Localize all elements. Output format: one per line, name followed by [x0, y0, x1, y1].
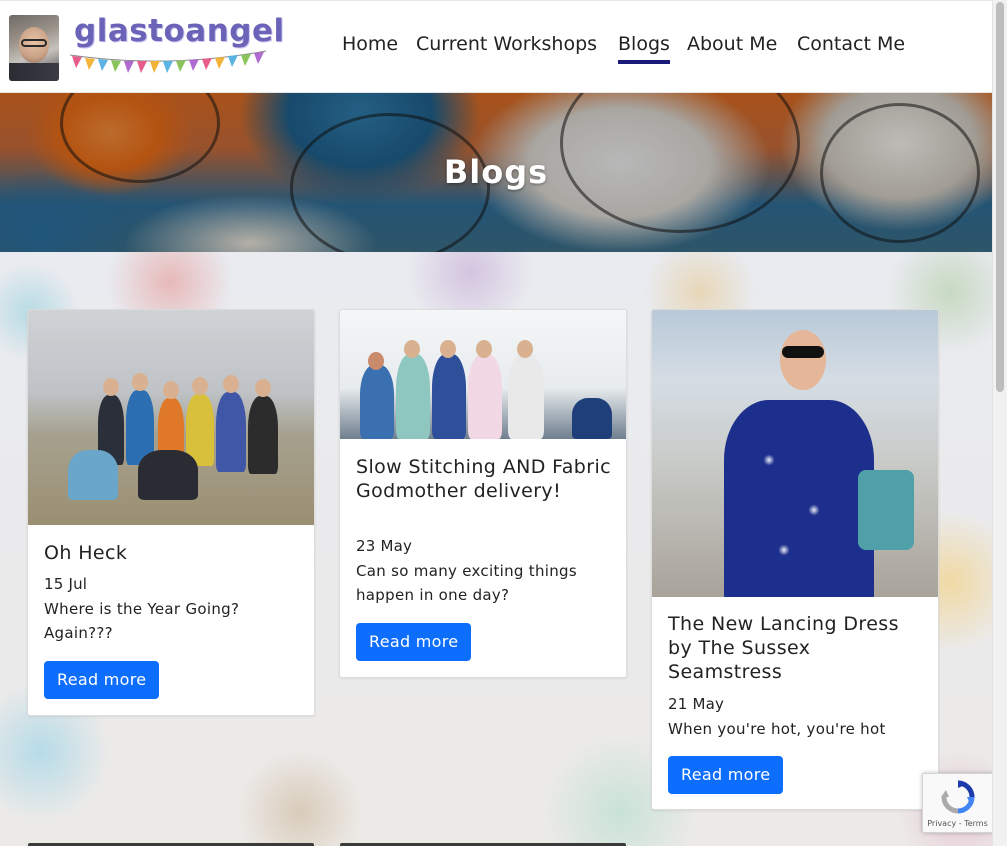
blog-card-title[interactable]: Slow Stitching AND Fabric Godmother deli… — [356, 455, 614, 503]
person-head — [163, 381, 179, 399]
person-head — [192, 377, 208, 395]
blog-card-image[interactable] — [340, 310, 626, 439]
person-head — [780, 330, 826, 390]
person-head — [440, 340, 456, 358]
person-head — [255, 379, 271, 397]
person-dress — [724, 400, 874, 597]
avatar-shirt — [9, 63, 59, 81]
person — [68, 450, 118, 500]
avatar-glasses — [21, 39, 47, 47]
nav-contact-me[interactable]: Contact Me — [797, 33, 905, 55]
site-logo[interactable]: glastoangel — [68, 11, 284, 81]
person-head — [476, 340, 492, 358]
read-more-button[interactable]: Read more — [44, 661, 160, 699]
person — [432, 354, 466, 439]
person — [248, 396, 278, 474]
avatar[interactable] — [9, 15, 59, 81]
person-head — [517, 340, 533, 358]
bunting-icon — [69, 50, 267, 73]
recaptcha-badge[interactable]: Privacy - Terms — [922, 773, 993, 833]
sunglasses-icon — [782, 346, 824, 358]
page-scrollbar[interactable] — [992, 0, 1007, 846]
person-head — [132, 373, 148, 391]
person-head — [223, 375, 239, 393]
read-more-button[interactable]: Read more — [356, 623, 472, 661]
person — [396, 354, 430, 439]
recaptcha-links[interactable]: Privacy - Terms — [923, 819, 992, 828]
blog-card-date: 23 May — [356, 537, 413, 555]
scrollbar-thumb[interactable] — [996, 2, 1004, 392]
nav-current-workshops[interactable]: Current Workshops — [416, 33, 597, 55]
person-head — [368, 352, 384, 370]
hero-banner: Blogs — [0, 93, 992, 252]
page-title: Blogs — [443, 153, 549, 191]
read-more-button[interactable]: Read more — [668, 756, 784, 794]
person-head — [103, 378, 119, 396]
blog-card-title[interactable]: Oh Heck — [44, 541, 302, 565]
person — [468, 354, 502, 439]
blog-card-excerpt: When you're hot, you're hot — [668, 720, 886, 738]
blog-card-date: 15 Jul — [44, 575, 88, 593]
nav-about-me[interactable]: About Me — [687, 33, 777, 55]
site-header: glastoangel Home Current Workshops Blogs… — [0, 0, 992, 93]
blog-card-image[interactable] — [652, 310, 938, 597]
person — [360, 365, 394, 439]
person — [138, 450, 198, 500]
blog-card-image[interactable] — [28, 310, 314, 525]
logo-text: glastoangel — [74, 13, 285, 49]
bag — [572, 398, 612, 439]
blog-card-title[interactable]: The New Lancing Dress by The Sussex Seam… — [668, 612, 926, 684]
recaptcha-icon — [941, 780, 975, 814]
blog-card: Oh Heck 15 Jul Where is the Year Going? … — [27, 309, 315, 716]
blog-card-excerpt: Can so many exciting things happen in on… — [356, 562, 577, 604]
nav-home[interactable]: Home — [342, 33, 398, 55]
nav-blogs[interactable]: Blogs — [618, 33, 670, 64]
blog-card: Slow Stitching AND Fabric Godmother deli… — [339, 309, 627, 678]
blog-card: The New Lancing Dress by The Sussex Seam… — [651, 309, 939, 810]
person-head — [404, 340, 420, 358]
blog-card-date: 21 May — [668, 695, 725, 713]
person — [508, 354, 544, 439]
tote-bag — [858, 470, 914, 550]
person — [216, 392, 246, 472]
blog-card-excerpt: Where is the Year Going? Again??? — [44, 600, 240, 642]
